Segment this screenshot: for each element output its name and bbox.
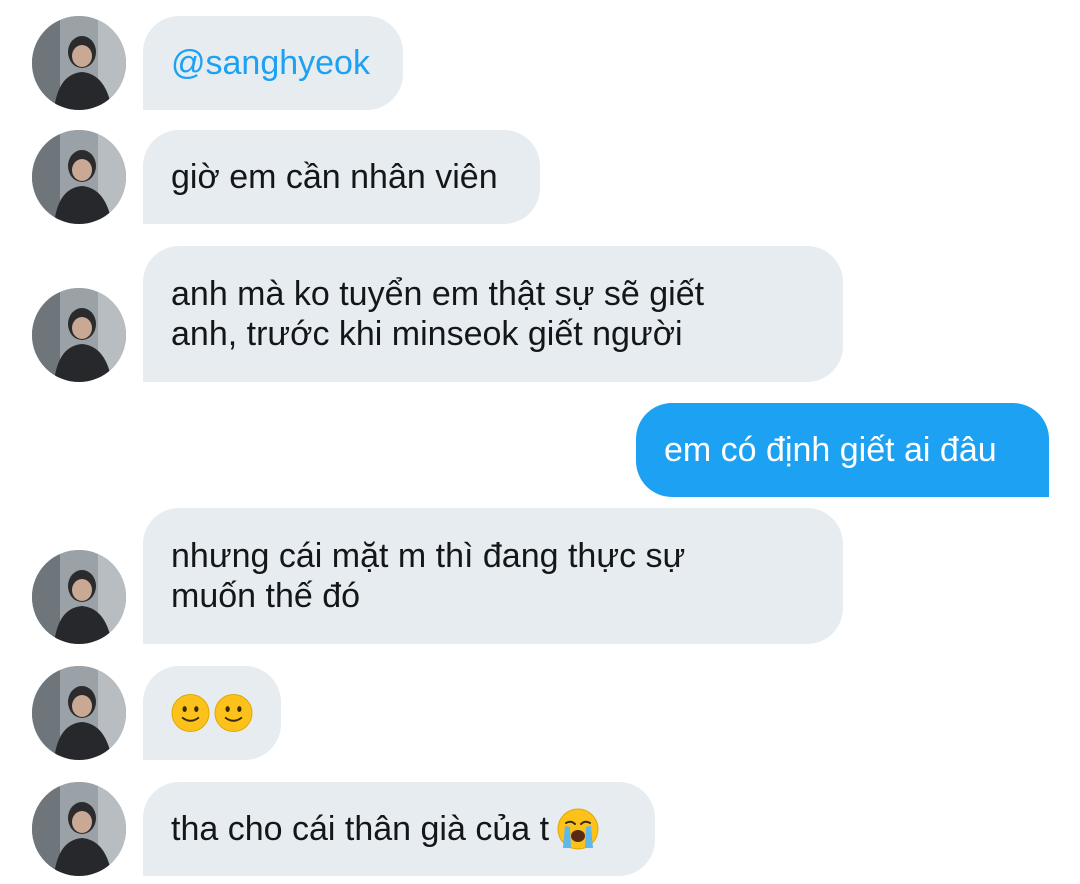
loudly-crying-face-icon [557,808,599,850]
message-text: giờ em cần nhân viên [171,158,498,196]
message-row: em có định giết ai đâu [0,403,1080,497]
avatar[interactable] [32,782,126,876]
dm-conversation: @sanghyeok giờ em cần nhân viên anh mà k… [0,0,1080,884]
message-row: giờ em cần nhân viên [0,130,1080,224]
avatar-photo-icon [32,666,126,760]
avatar[interactable] [32,550,126,644]
avatar-photo-icon [32,550,126,644]
message-text: anh mà ko tuyển em thật sự sẽ giết anh, … [171,275,705,353]
message-bubble[interactable]: nhưng cái mặt m thì đang thực sự muốn th… [143,508,843,644]
message-row: @sanghyeok [0,16,1080,110]
avatar-photo-icon [32,288,126,382]
avatar[interactable] [32,288,126,382]
message-bubble[interactable]: @sanghyeok [143,16,403,110]
avatar[interactable] [32,666,126,760]
message-text: em có định giết ai đâu [664,431,997,469]
message-bubble[interactable]: giờ em cần nhân viên [143,130,540,224]
message-row: anh mà ko tuyển em thật sự sẽ giết anh, … [0,246,1080,382]
message-bubble[interactable] [143,666,281,760]
slightly-smiling-face-icon [171,693,210,733]
message-text: nhưng cái mặt m thì đang thực sự muốn th… [171,537,686,615]
message-text: tha cho cái thân già của t [171,810,550,848]
message-row: tha cho cái thân già của t [0,782,1080,876]
avatar-photo-icon [32,782,126,876]
avatar[interactable] [32,16,126,110]
avatar-photo-icon [32,130,126,224]
message-bubble-outgoing[interactable]: em có định giết ai đâu [636,403,1049,497]
message-row [0,666,1080,760]
message-bubble[interactable]: anh mà ko tuyển em thật sự sẽ giết anh, … [143,246,843,382]
avatar-photo-icon [32,16,126,110]
avatar[interactable] [32,130,126,224]
message-bubble[interactable]: tha cho cái thân già của t [143,782,655,876]
message-row: nhưng cái mặt m thì đang thực sự muốn th… [0,508,1080,644]
mention-link[interactable]: @sanghyeok [171,43,370,83]
slightly-smiling-face-icon [214,693,253,733]
